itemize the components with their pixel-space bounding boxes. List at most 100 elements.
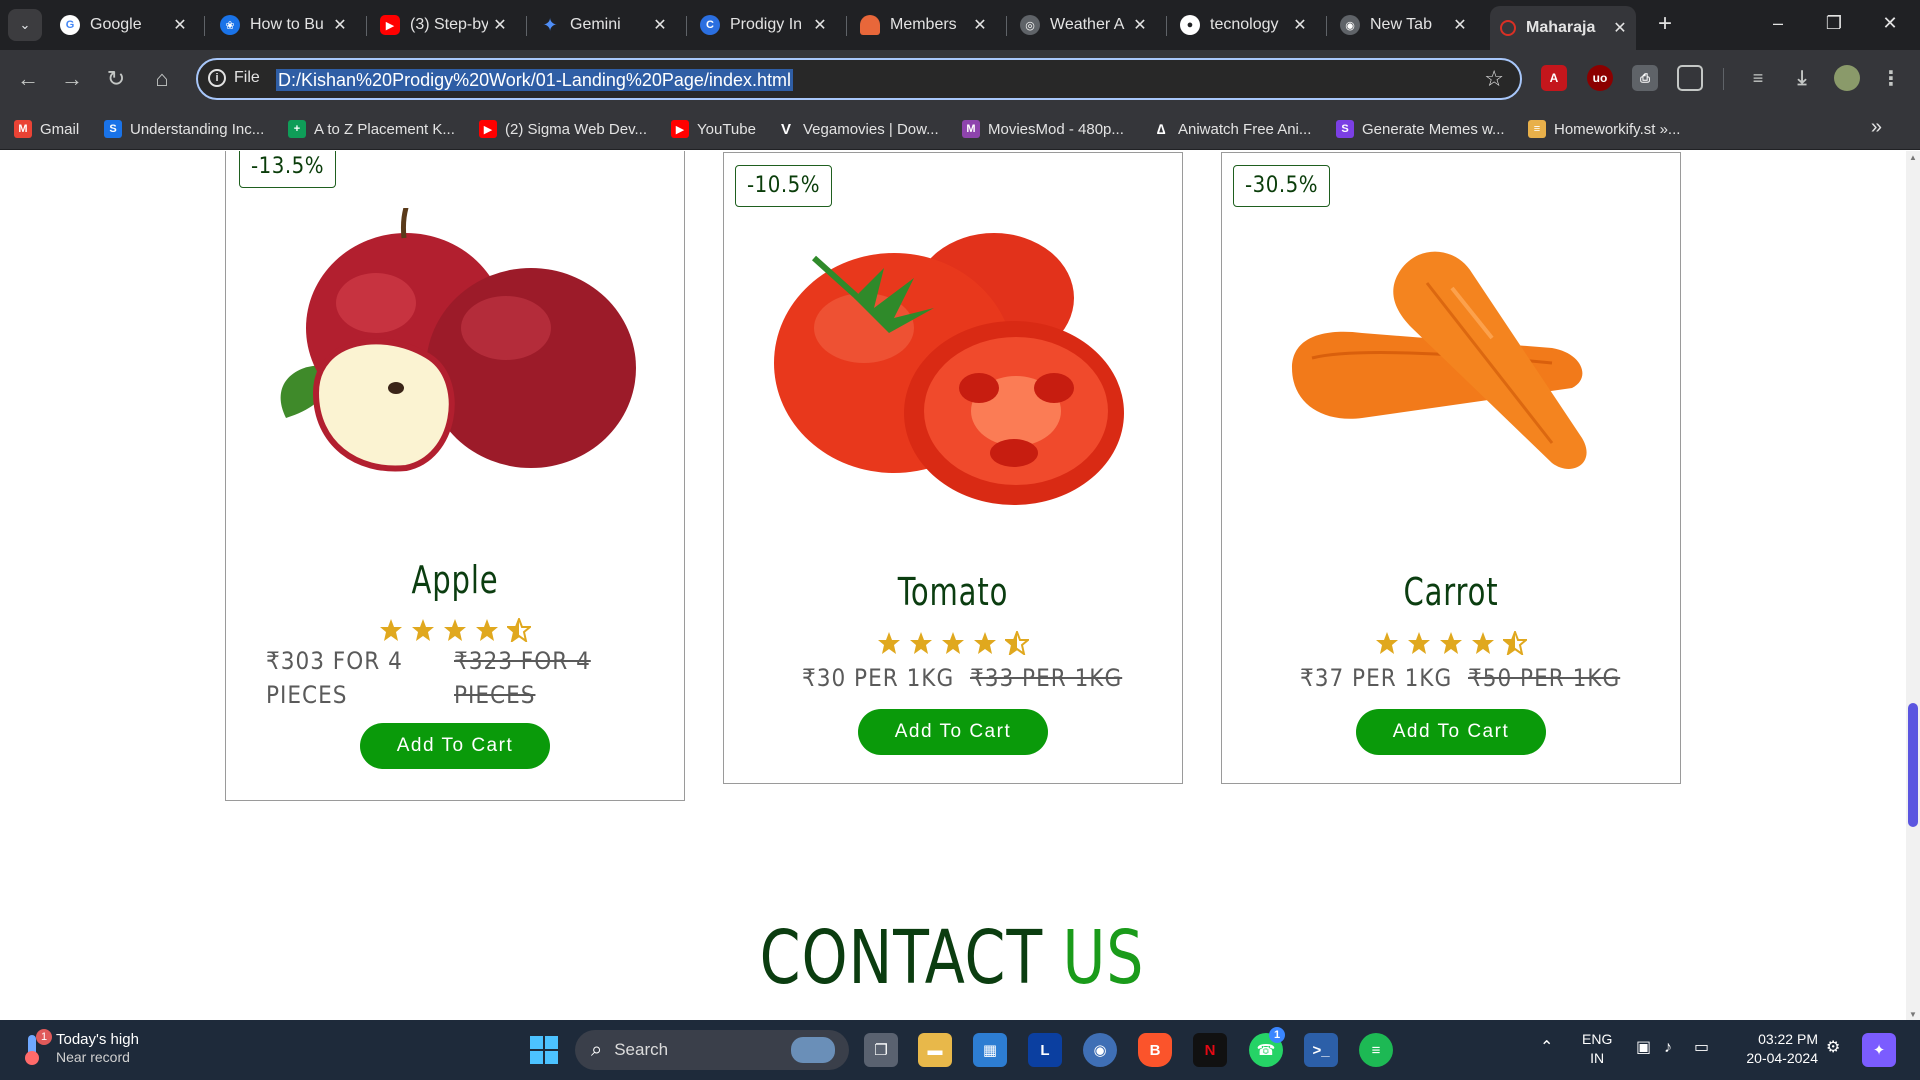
github-icon: ● xyxy=(1180,15,1200,35)
tab-new-tab[interactable]: ◉ New Tab ✕ xyxy=(1330,8,1476,42)
bookmark-memes[interactable]: S Generate Memes w... xyxy=(1336,118,1505,140)
bookmark-youtube[interactable]: ▶ YouTube xyxy=(671,118,756,140)
tab-divider xyxy=(526,16,527,36)
close-window-button[interactable]: ✕ xyxy=(1870,8,1910,38)
close-icon[interactable]: ✕ xyxy=(1608,18,1632,38)
star-half-icon xyxy=(507,618,531,642)
site-info-button[interactable]: i File xyxy=(208,69,260,87)
tab-google[interactable]: G Google ✕ xyxy=(50,8,196,42)
close-icon[interactable]: ✕ xyxy=(648,15,672,35)
whatsapp-icon[interactable]: ☎ 1 xyxy=(1249,1027,1285,1067)
chevron-up-icon[interactable]: ⌃ xyxy=(1540,1038,1553,1057)
add-to-cart-button[interactable]: Add To Cart xyxy=(360,723,550,769)
clock-time: 03:22 PM xyxy=(1758,1031,1818,1047)
battery-icon[interactable]: ▭ xyxy=(1694,1038,1709,1057)
bookmark-placement[interactable]: + A to Z Placement K... xyxy=(288,118,455,140)
tab-how-to-build[interactable]: ❀ How to Bu ✕ xyxy=(210,8,356,42)
home-icon: ⌂ xyxy=(155,66,169,91)
bookmark-vegamovies[interactable]: V Vegamovies | Dow... xyxy=(777,118,939,140)
chrome-icon[interactable]: ◉ xyxy=(1083,1033,1117,1067)
restore-button[interactable]: ❐ xyxy=(1814,8,1854,38)
reload-icon: ↻ xyxy=(106,66,126,91)
star-icon xyxy=(1408,632,1430,654)
add-to-cart-button[interactable]: Add To Cart xyxy=(858,709,1048,755)
back-button[interactable]: ← xyxy=(12,63,44,95)
tab-prodigy[interactable]: C Prodigy In ✕ xyxy=(690,8,836,42)
microsoft-store-icon[interactable]: ▦ xyxy=(973,1033,1007,1067)
close-icon[interactable]: ✕ xyxy=(1448,15,1472,35)
volume-icon[interactable]: ♪ xyxy=(1664,1038,1672,1057)
pdf-extension-icon[interactable]: A xyxy=(1541,65,1567,91)
l-app-icon[interactable]: L xyxy=(1028,1033,1062,1067)
tab-search-button[interactable]: ⌄ xyxy=(8,9,42,41)
file-explorer-icon[interactable]: ▬ xyxy=(918,1033,952,1067)
scroll-down-icon[interactable]: ▼ xyxy=(1909,1010,1917,1019)
weather-widget[interactable]: 1 Today's high Near record xyxy=(22,1028,139,1065)
network-icon[interactable]: ▣ xyxy=(1636,1038,1651,1057)
tab-title: Maharaja xyxy=(1526,19,1596,36)
minimize-button[interactable]: – xyxy=(1758,8,1798,38)
close-icon[interactable]: ✕ xyxy=(328,15,352,35)
reload-button[interactable]: ↻ xyxy=(100,63,132,95)
printer-icon[interactable]: ⎙ xyxy=(1632,65,1658,91)
bookmark-star-icon[interactable]: ☆ xyxy=(1484,66,1504,92)
close-icon[interactable]: ✕ xyxy=(1128,15,1152,35)
tab-gemini[interactable]: ✦ Gemini ✕ xyxy=(530,8,676,42)
gemini-icon: ✦ xyxy=(542,14,558,35)
close-icon[interactable]: ✕ xyxy=(968,15,992,35)
avatar[interactable] xyxy=(1834,65,1860,91)
close-icon[interactable]: ✕ xyxy=(808,15,832,35)
copilot-icon[interactable]: ✦ xyxy=(1862,1033,1896,1067)
tab-divider xyxy=(846,16,847,36)
tab-weather[interactable]: ◎ Weather A ✕ xyxy=(1010,8,1156,42)
tab-maharaja[interactable]: Maharaja ✕ xyxy=(1490,6,1636,50)
bookmark-understanding[interactable]: S Understanding Inc... xyxy=(104,118,264,140)
netflix-icon[interactable]: N xyxy=(1193,1033,1227,1067)
scrollbar-thumb[interactable] xyxy=(1908,703,1918,827)
system-clock[interactable]: 03:22 PM 20-04-2024 xyxy=(1732,1030,1818,1068)
members-icon xyxy=(860,15,880,35)
windows-start-icon[interactable] xyxy=(527,1033,561,1067)
powershell-icon[interactable]: >_ xyxy=(1304,1033,1338,1067)
page-scrollbar[interactable]: ▲ ▼ xyxy=(1906,151,1920,1020)
star-icon xyxy=(444,619,466,641)
toolbar-divider xyxy=(1723,68,1724,90)
close-icon[interactable]: ✕ xyxy=(1288,15,1312,35)
tab-title: Weather A xyxy=(1050,16,1125,33)
add-to-cart-button[interactable]: Add To Cart xyxy=(1356,709,1546,755)
spotify-icon[interactable]: ≡ xyxy=(1359,1033,1393,1067)
taskbar-search[interactable]: ⌕ Search xyxy=(575,1030,849,1070)
kebab-menu-icon[interactable]: ⋮ xyxy=(1878,65,1904,91)
bookmark-label: YouTube xyxy=(697,120,756,138)
brave-icon[interactable]: B xyxy=(1138,1033,1172,1067)
url-text[interactable]: D:/Kishan%20Prodigy%20Work/01-Landing%20… xyxy=(276,69,793,91)
homework-icon: ≡ xyxy=(1528,120,1546,138)
download-icon[interactable]: ⤓ xyxy=(1789,65,1815,91)
close-icon[interactable]: ✕ xyxy=(488,15,512,35)
forward-button[interactable]: → xyxy=(56,63,88,95)
bookmark-sigma[interactable]: ▶ (2) Sigma Web Dev... xyxy=(479,118,647,140)
scroll-up-icon[interactable]: ▲ xyxy=(1909,153,1917,162)
language-indicator[interactable]: ENG IN xyxy=(1582,1030,1612,1068)
bookmark-homeworkify[interactable]: ≡ Homeworkify.st »... xyxy=(1528,118,1680,140)
home-button[interactable]: ⌂ xyxy=(146,63,178,95)
tab-github[interactable]: ● tecnology ✕ xyxy=(1170,8,1316,42)
tab-title: Google xyxy=(90,16,142,33)
ublock-icon[interactable]: uo xyxy=(1587,65,1613,91)
gear-icon[interactable]: ⚙ xyxy=(1826,1038,1840,1057)
new-tab-button[interactable]: + xyxy=(1650,9,1680,39)
address-bar[interactable]: i File D:/Kishan%20Prodigy%20Work/01-Lan… xyxy=(196,58,1522,100)
aniwatch-icon: ∆ xyxy=(1156,121,1166,137)
tab-members[interactable]: Members ✕ xyxy=(850,8,996,42)
close-icon[interactable]: ✕ xyxy=(168,15,192,35)
media-control-icon[interactable]: ≡ xyxy=(1745,65,1771,91)
tab-divider xyxy=(204,16,205,36)
more-bookmarks-icon[interactable]: » xyxy=(1871,116,1882,139)
bookmark-aniwatch[interactable]: ∆ Aniwatch Free Ani... xyxy=(1152,118,1312,140)
close-icon: ✕ xyxy=(1882,13,1898,33)
tab-step-by-step[interactable]: ▶ (3) Step-by ✕ xyxy=(370,8,516,42)
bookmark-moviesmod[interactable]: M MoviesMod - 480p... xyxy=(962,118,1124,140)
puzzle-icon[interactable] xyxy=(1677,65,1703,91)
task-view-icon[interactable]: ❐ xyxy=(864,1033,898,1067)
bookmark-gmail[interactable]: M Gmail xyxy=(14,118,79,140)
